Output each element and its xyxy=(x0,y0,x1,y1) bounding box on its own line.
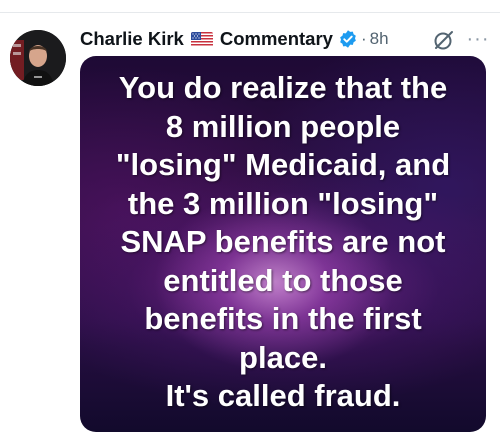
image-text-line: entitled to those xyxy=(163,262,403,298)
divider xyxy=(0,12,500,13)
author-name[interactable]: Charlie Kirk xyxy=(80,28,184,50)
tweet-header: Charlie Kirk Commentary · 8h xyxy=(80,24,490,54)
image-text-line: "losing" Medicaid, and xyxy=(115,147,451,182)
image-text-line: benefits in the first xyxy=(144,301,422,336)
image-text-line: the 3 million "losing" xyxy=(127,185,439,221)
grok-icon[interactable] xyxy=(432,28,456,52)
image-text-line: You do realize that the xyxy=(118,70,448,105)
verified-badge-icon xyxy=(338,29,358,49)
more-options-icon[interactable]: ··· xyxy=(464,29,492,51)
post-timestamp[interactable]: 8h xyxy=(370,29,389,49)
avatar[interactable] xyxy=(10,30,66,86)
image-text-line: 8 million people xyxy=(165,108,401,144)
image-text-line: SNAP benefits are not xyxy=(120,224,446,259)
image-text-line: It's called fraud. xyxy=(165,378,401,413)
community-name[interactable]: Commentary xyxy=(220,28,333,50)
avatar-image xyxy=(10,30,66,86)
separator-dot: · xyxy=(360,29,367,48)
tweet[interactable]: Charlie Kirk Commentary · 8h ··· You do … xyxy=(0,0,500,442)
us-flag-icon xyxy=(190,31,213,47)
post-image[interactable]: You do realize that the 8 million people… xyxy=(80,56,486,432)
image-text-line: place. xyxy=(239,339,327,375)
image-text: You do realize that the 8 million people… xyxy=(80,69,486,416)
